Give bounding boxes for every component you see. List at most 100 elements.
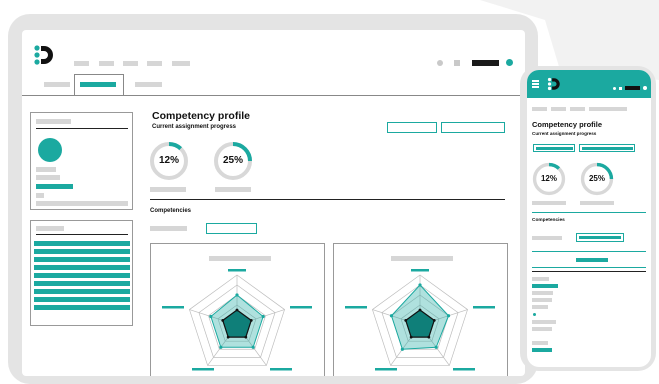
page-title: Competency profile — [152, 110, 251, 122]
radar-axis-label — [411, 269, 429, 272]
list-item[interactable] — [34, 297, 130, 302]
mobile-progress-ring-1-label: 12% — [540, 174, 557, 183]
list-item[interactable] — [34, 249, 130, 254]
profile-card-divider — [36, 128, 128, 129]
user-menu-button[interactable] — [625, 86, 640, 90]
radar-benchmark-point — [226, 335, 230, 339]
radar-point — [251, 345, 255, 349]
mobile-tab[interactable] — [570, 107, 585, 111]
filter-label — [150, 226, 187, 231]
radar-benchmark-point — [418, 308, 422, 312]
settings-dot[interactable] — [619, 87, 622, 90]
list-item[interactable] — [34, 289, 130, 294]
mobile-card-title[interactable] — [576, 258, 608, 262]
desktop-screen: Competency profile Current assignment pr… — [22, 30, 525, 376]
radar-point — [209, 314, 213, 319]
radar-point — [446, 314, 451, 318]
mobile-divider — [532, 251, 646, 252]
profile-field-highlight — [36, 184, 73, 189]
mobile-action-button-2[interactable] — [579, 144, 635, 152]
profile-field — [36, 167, 56, 172]
tab-item[interactable] — [135, 82, 162, 87]
list-item[interactable] — [34, 265, 130, 270]
mobile-divider — [532, 271, 646, 272]
mobile-header — [527, 70, 651, 98]
nav-item[interactable] — [123, 61, 138, 66]
radar-axis-label — [270, 368, 292, 371]
radar-chart-2 — [345, 269, 495, 371]
mobile-list-item-highlight[interactable] — [532, 284, 558, 288]
list-item[interactable] — [34, 281, 130, 286]
list-item[interactable] — [34, 257, 130, 262]
mobile-list-item — [532, 320, 556, 324]
mobile-section-label: Competencies — [532, 218, 565, 223]
mobile-page-title: Competency profile — [532, 120, 603, 129]
mobile-divider — [532, 267, 646, 268]
radar-benchmark-point — [235, 308, 239, 312]
notification-dot[interactable] — [613, 87, 616, 90]
radar-axis-label — [192, 368, 214, 371]
radar-benchmark-point — [427, 335, 431, 339]
nav-item[interactable] — [74, 61, 89, 66]
hamburger-menu-icon[interactable] — [532, 80, 539, 88]
progress-ring-1-label: 12% — [158, 155, 179, 166]
mobile-ring-2-caption — [580, 201, 614, 205]
radar-point — [219, 345, 223, 349]
mobile-tab[interactable] — [551, 107, 566, 111]
mobile-list-bullet — [533, 313, 536, 316]
list-item[interactable] — [34, 305, 130, 310]
progress-ring-1-caption — [150, 187, 186, 192]
radar-point — [235, 293, 239, 297]
list-card-title — [36, 226, 64, 231]
radar-point — [434, 345, 438, 349]
mobile-list-item — [532, 298, 552, 302]
mobile-page-subtitle: Current assignment progress — [532, 131, 597, 136]
mobile-list-item — [532, 291, 553, 295]
radar-axis-label — [375, 368, 397, 371]
mobile-list-item — [532, 305, 548, 309]
mobile-tab[interactable] — [532, 107, 547, 111]
mobile-list-item — [532, 277, 549, 281]
nav-item[interactable] — [147, 61, 162, 66]
radar-chart-1 — [162, 269, 312, 371]
tab-active-label — [80, 82, 116, 87]
online-status-dot — [506, 59, 513, 66]
radar-point — [400, 347, 404, 351]
list-item[interactable] — [34, 241, 130, 246]
online-status-dot — [643, 86, 647, 90]
user-menu-button[interactable] — [472, 60, 499, 66]
nav-item[interactable] — [172, 61, 190, 66]
mobile-action-button-1[interactable] — [533, 144, 575, 152]
mobile-progress-ring-2-label: 25% — [588, 174, 605, 183]
profile-field — [36, 193, 44, 198]
action-button-2[interactable] — [441, 122, 505, 133]
mobile-filter-select[interactable] — [576, 233, 624, 242]
avatar — [38, 138, 62, 162]
nav-item[interactable] — [99, 61, 114, 66]
section-label: Competencies — [150, 208, 192, 214]
filter-select[interactable] — [206, 223, 257, 234]
mobile-list-item-highlight[interactable] — [532, 348, 552, 352]
radar-point — [418, 283, 422, 287]
mobile-filter-label — [532, 236, 562, 240]
radar-benchmark-point — [409, 335, 413, 339]
notification-dot[interactable] — [437, 60, 443, 66]
mobile-list-item — [532, 341, 548, 345]
profile-card-title — [36, 119, 71, 124]
radar-benchmark-point — [404, 318, 408, 322]
mobile-ring-1-caption — [532, 201, 566, 205]
radar-benchmark-point — [432, 318, 436, 322]
brand-logo-icon — [547, 77, 560, 91]
radar-benchmark-point — [244, 335, 248, 339]
tab-item[interactable] — [44, 82, 70, 87]
settings-square[interactable] — [454, 60, 460, 66]
action-button-1[interactable] — [387, 122, 437, 133]
radar-axis-label — [162, 306, 184, 309]
mobile-tab[interactable] — [589, 107, 627, 111]
list-card-divider — [36, 234, 128, 235]
mobile-section-divider — [532, 212, 646, 213]
list-item[interactable] — [34, 273, 130, 278]
radar-axis-label — [453, 368, 475, 371]
profile-field — [36, 175, 60, 180]
radar-axis-label — [473, 306, 495, 309]
